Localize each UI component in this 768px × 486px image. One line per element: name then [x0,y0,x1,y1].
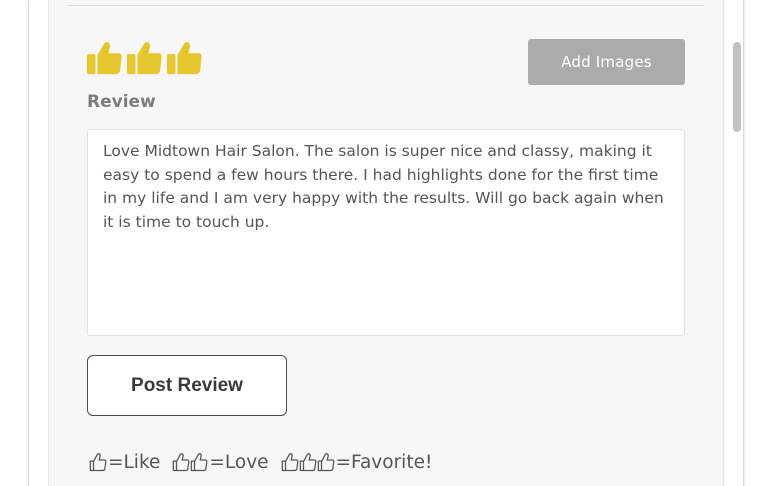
legend-like-text: =Like [108,451,161,473]
thumb-up-outline-icon [281,453,298,472]
top-divider [68,5,704,6]
thumb-up-icon[interactable] [126,38,164,76]
scrollbar-thumb[interactable] [733,42,741,132]
thumb-up-icon[interactable] [166,38,204,76]
thumb-rating[interactable] [86,38,204,76]
thumb-up-outline-icon [317,453,334,472]
add-images-button[interactable]: Add Images [528,39,685,85]
thumb-up-outline-icon [191,453,208,472]
thumb-up-icon[interactable] [86,38,124,76]
legend-favorite: =Favorite! [281,451,433,473]
post-review-button[interactable]: Post Review [87,355,287,416]
review-textarea[interactable]: Love Midtown Hair Salon. The salon is su… [87,129,685,336]
thumb-up-outline-icon [173,453,190,472]
rating-legend: =Like =Love =Favorite! [89,449,444,475]
thumb-up-outline-icon [89,453,107,472]
legend-favorite-text: =Favorite! [335,451,433,473]
review-label: Review [87,92,156,112]
legend-love: =Love [172,451,269,473]
review-page: Add Images Review Love Midtown Hair Salo… [0,0,768,486]
legend-like: =Like [89,452,160,473]
legend-love-text: =Love [209,451,269,473]
thumb-up-outline-icon [299,453,316,472]
